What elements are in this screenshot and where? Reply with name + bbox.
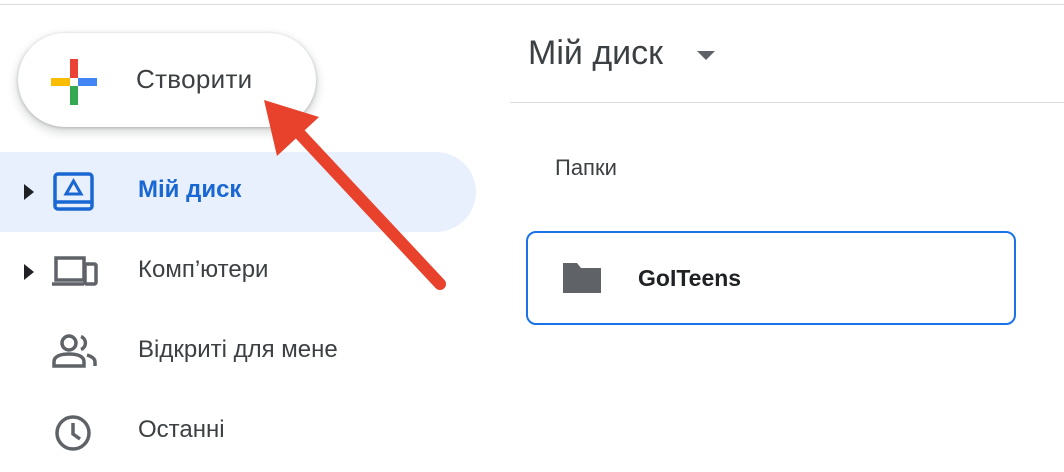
sidebar-item-shared-with-me[interactable]: Відкриті для мене [0,312,476,392]
top-divider [0,4,1064,5]
drive-icon [53,172,94,211]
folder-icon [563,263,601,293]
sidebar-item-label: Відкриті для мене [138,336,338,363]
plus-icon [51,59,97,105]
folder-name: GoITeens [638,265,742,291]
sidebar-item-computers[interactable]: Комп’ютери [0,232,476,312]
shared-people-icon [52,334,97,368]
chevron-down-icon[interactable] [695,48,717,62]
page-title[interactable]: Мій диск [528,34,663,73]
header-divider [510,102,1064,103]
folder-card[interactable]: GoITeens [526,231,1016,325]
computers-icon [52,256,98,286]
sidebar-item-label: Останні [138,416,225,443]
sidebar-item-my-drive[interactable]: Мій диск [0,152,476,232]
expand-caret-icon[interactable] [22,262,36,282]
section-label-folders: Папки [555,155,617,180]
expand-caret-icon[interactable] [22,182,36,202]
new-button-label: Створити [136,64,253,94]
sidebar-item-label: Комп’ютери [138,256,269,283]
new-button[interactable]: Створити [18,33,316,127]
sidebar-item-recent[interactable]: Останні [0,392,476,472]
sidebar-item-label: Мій диск [138,176,242,203]
clock-icon [55,415,91,451]
